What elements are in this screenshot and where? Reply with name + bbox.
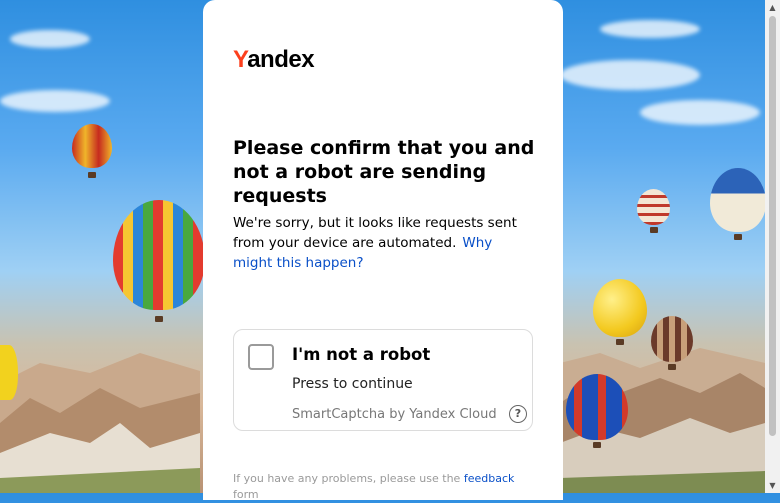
cloud (0, 90, 110, 112)
scroll-up-arrow-icon[interactable]: ▲ (765, 0, 780, 15)
cloud (560, 60, 700, 90)
captcha-brand: SmartCaptcha by Yandex Cloud (292, 407, 497, 422)
feedback-link[interactable]: feedback (464, 472, 515, 485)
footer-note: If you have any problems, please use the… (233, 471, 533, 503)
scroll-down-arrow-icon[interactable]: ▼ (765, 478, 780, 493)
captcha-title: I'm not a robot (292, 345, 431, 364)
footer-tail: form (233, 488, 259, 501)
not-robot-checkbox[interactable] (248, 344, 274, 370)
captcha-subtitle: Press to continue (292, 376, 413, 392)
page-scrollbar[interactable]: ▲ ▼ (765, 0, 780, 493)
cloud (600, 20, 700, 38)
cloud (10, 30, 90, 48)
help-icon[interactable]: ? (509, 405, 527, 423)
cloud (640, 100, 760, 125)
footer-text: If you have any problems, please use the (233, 472, 461, 485)
smartcaptcha-widget[interactable]: I'm not a robot Press to continue SmartC… (233, 329, 533, 431)
yandex-logo: Yandex (233, 46, 315, 74)
page-title: Please confirm that you and not a robot … (233, 137, 535, 207)
description: We're sorry, but it looks like requests … (233, 213, 533, 273)
logo-text: andex (247, 46, 315, 73)
captcha-card: Yandex Please confirm that you and not a… (203, 0, 563, 503)
scroll-thumb[interactable] (769, 16, 776, 436)
logo-letter-y: Y (233, 46, 248, 73)
